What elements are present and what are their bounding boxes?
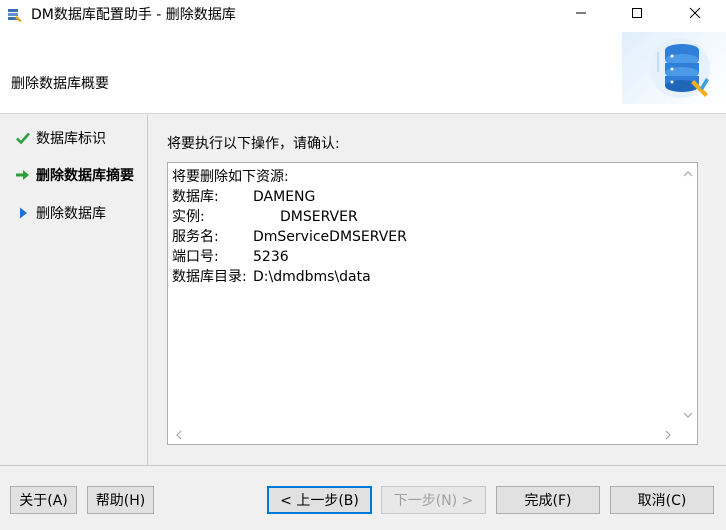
summary-heading: 将要删除如下资源:: [172, 169, 289, 185]
summary-row: 数据库: DAMENG: [172, 189, 316, 205]
vertical-scrollbar[interactable]: [679, 163, 697, 426]
cancel-button[interactable]: 取消(C): [610, 486, 714, 514]
confirm-prompt: 将要执行以下操作，请确认:: [167, 136, 340, 152]
database-banner-icon: [622, 32, 726, 104]
footer-divider: [0, 465, 726, 466]
page-title: 删除数据库概要: [11, 76, 109, 92]
step-label: 数据库标识: [36, 131, 106, 147]
checkmark-icon: [14, 129, 32, 147]
maximize-icon: [631, 7, 643, 23]
scroll-left-icon[interactable]: [170, 426, 188, 444]
summary-row: 服务名: DmServiceDMSERVER: [172, 229, 407, 245]
step-database-identity: 数据库标识: [14, 128, 106, 148]
finish-button[interactable]: 完成(F): [496, 486, 600, 514]
close-button[interactable]: [672, 0, 718, 30]
about-button[interactable]: 关于(A): [10, 486, 77, 514]
triangle-right-icon: [14, 204, 32, 222]
summary-row: 实例: DMSERVER: [172, 209, 358, 225]
app-icon: [6, 6, 24, 24]
summary-textbox[interactable]: 将要删除如下资源: 数据库: DAMENG 实例: DMSERVER 服务名: …: [167, 162, 698, 445]
wizard-header: 删除数据库概要: [0, 30, 726, 114]
title-bar: DM数据库配置助手 - 删除数据库: [0, 0, 726, 30]
summary-row: 数据库目录: D:\dmdbms\data: [172, 269, 371, 285]
scroll-up-icon[interactable]: [679, 165, 697, 183]
summary-row: 端口号: 5236: [172, 249, 289, 265]
minimize-button[interactable]: [558, 0, 604, 30]
maximize-button[interactable]: [614, 0, 660, 30]
step-label: 删除数据库摘要: [36, 168, 134, 184]
step-delete-summary: 删除数据库摘要: [14, 165, 134, 185]
horizontal-scrollbar[interactable]: [168, 426, 679, 444]
steps-panel: 数据库标识 删除数据库摘要 删除数据库: [0, 115, 148, 465]
arrow-right-icon: [14, 166, 32, 184]
step-label: 删除数据库: [36, 206, 106, 222]
summary-text: 将要删除如下资源: 数据库: DAMENG 实例: DMSERVER 服务名: …: [172, 167, 677, 424]
scroll-right-icon[interactable]: [659, 426, 677, 444]
previous-button[interactable]: < 上一步(B): [267, 486, 372, 514]
window-title: DM数据库配置助手 - 删除数据库: [31, 7, 236, 23]
help-button[interactable]: 帮助(H): [87, 486, 154, 514]
scroll-down-icon[interactable]: [679, 406, 697, 424]
next-button[interactable]: 下一步(N) >: [381, 486, 486, 514]
minimize-icon: [575, 7, 587, 23]
step-delete-database: 删除数据库: [14, 203, 106, 223]
close-icon: [689, 7, 701, 23]
